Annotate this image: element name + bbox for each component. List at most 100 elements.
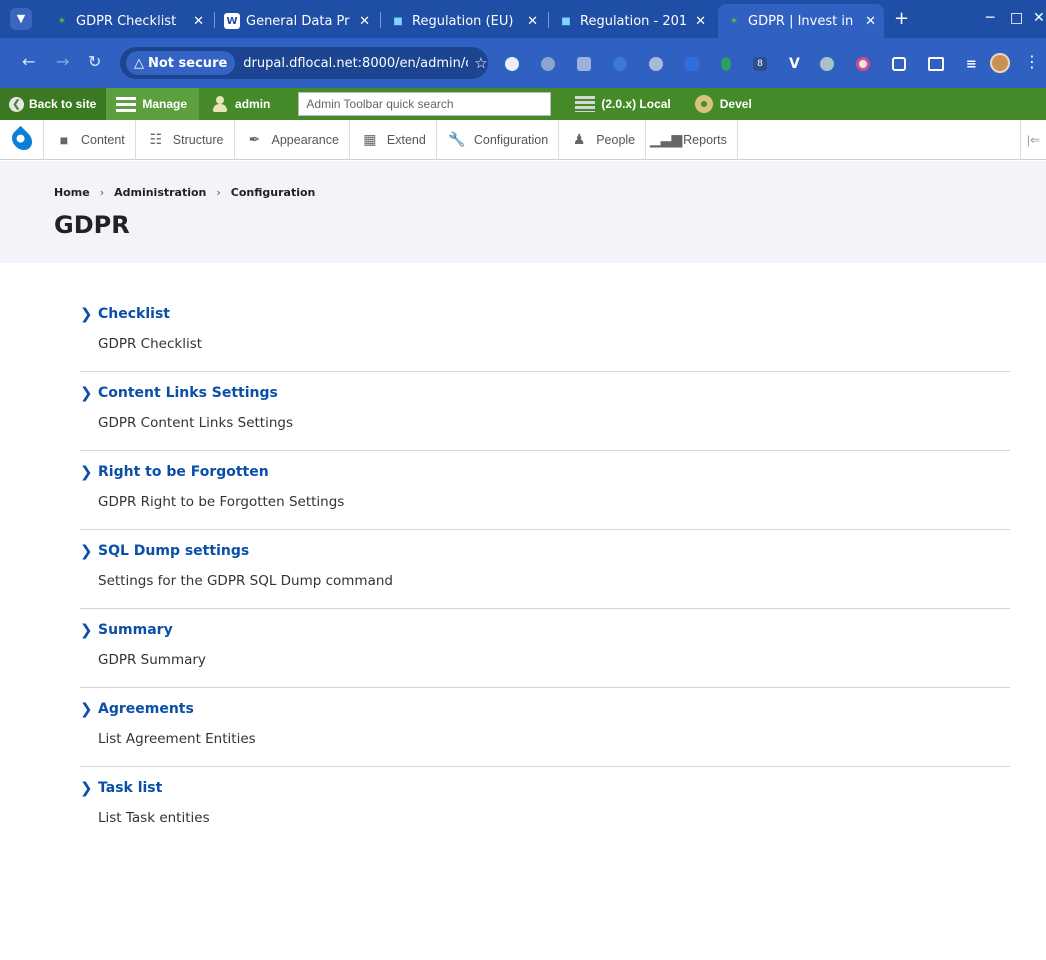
close-icon[interactable]: ✕ (865, 14, 876, 29)
page-icon: ■ (59, 131, 69, 148)
bookmark-star-icon[interactable]: ☆ (474, 54, 487, 72)
maximize-icon[interactable]: □ (1010, 10, 1023, 26)
close-window-icon[interactable]: ✕ (1033, 10, 1045, 26)
breadcrumb-link-configuration[interactable]: Configuration (231, 186, 316, 199)
new-tab-button[interactable]: + (894, 10, 909, 28)
close-icon[interactable]: ✕ (527, 14, 538, 29)
tray-item-people[interactable]: ♟ People (559, 119, 647, 160)
tray-item-configuration[interactable]: 🔧 Configuration (437, 119, 560, 160)
security-indicator[interactable]: △ Not secure (126, 51, 236, 75)
tab-separator (214, 12, 215, 28)
warning-icon: △ (134, 55, 144, 71)
admin-item-description: List Task entities (98, 810, 210, 826)
leaf-extension-icon[interactable] (721, 57, 731, 71)
puzzle-extensions-icon[interactable] (891, 57, 906, 71)
browser-tab[interactable]: ■ Regulation - 201 ✕ (550, 4, 714, 38)
close-icon[interactable]: ✕ (193, 14, 204, 29)
cast-icon[interactable] (927, 57, 944, 71)
user-tab[interactable]: admin (199, 88, 278, 120)
address-bar[interactable]: △ Not secure drupal.dflocal.net:8000/en/… (120, 47, 488, 79)
profile-avatar[interactable] (990, 53, 1010, 73)
tab-title: GDPR | Invest in (748, 13, 854, 29)
wrench-icon: 🔧 (448, 131, 466, 147)
minimize-icon[interactable]: ─ (986, 10, 994, 26)
toolbar-search-input[interactable]: Admin Toolbar quick search (298, 92, 552, 116)
tray-item-label: Appearance (271, 132, 339, 147)
chevron-right-icon: ❯ (80, 305, 93, 323)
chevron-right-icon: ❯ (80, 779, 93, 797)
back-arrow-icon[interactable]: ← (22, 53, 35, 71)
close-icon[interactable]: ✕ (359, 14, 370, 29)
list-item: ❯ Right to be Forgotten GDPR Right to be… (80, 451, 1010, 530)
chat-extension-icon[interactable] (577, 57, 591, 71)
tray-orientation-toggle-icon[interactable]: |⇐ (1020, 120, 1046, 160)
list-item: ❯ Content Links Settings GDPR Content Li… (80, 372, 1010, 451)
manage-tab[interactable]: Manage (106, 88, 200, 120)
tray-item-extend[interactable]: ▦ Extend (350, 119, 437, 160)
browser-toolbar: ← → ↻ △ Not secure drupal.dflocal.net:80… (0, 38, 1046, 88)
drupal-logo-icon[interactable] (0, 119, 44, 160)
tab-search-button[interactable]: ▼ (10, 8, 32, 30)
admin-item-link[interactable]: ❯ Right to be Forgotten (80, 463, 269, 481)
admin-item-link[interactable]: ❯ SQL Dump settings (80, 542, 249, 560)
tray-item-structure[interactable]: ☷ Structure (136, 119, 235, 160)
admin-item-title: Checklist (98, 306, 170, 322)
badge-extension-icon[interactable]: 8 (753, 57, 767, 71)
admin-item-link[interactable]: ❯ Task list (80, 779, 162, 797)
shield-extension-icon[interactable] (505, 57, 519, 71)
url-text[interactable]: drupal.dflocal.net:8000/en/admin/c… (243, 56, 468, 71)
tray-item-content[interactable]: ■ Content (44, 119, 136, 160)
admin-item-link[interactable]: ❯ Content Links Settings (80, 384, 278, 402)
gear-extension-icon[interactable] (541, 57, 555, 71)
forward-arrow-icon[interactable]: → (56, 53, 69, 71)
drupal-icon: ✶ (57, 15, 67, 27)
close-icon[interactable]: ✕ (695, 14, 706, 29)
security-label: Not secure (148, 55, 228, 71)
tab-title: Regulation (EU) (412, 13, 514, 29)
tray-item-label: Content (81, 132, 125, 147)
drupal-icon: ✶ (729, 15, 739, 27)
c-extension-icon[interactable] (613, 57, 627, 71)
list-item: ❯ Checklist GDPR Checklist (80, 293, 1010, 372)
back-circle-icon: ❮ (9, 96, 24, 112)
back-to-site-label: Back to site (29, 97, 97, 111)
admin-item-link[interactable]: ❯ Agreements (80, 700, 194, 718)
breadcrumb-separator: › (99, 186, 105, 199)
admin-item-description: List Agreement Entities (98, 731, 256, 747)
puzzle-icon: ▦ (363, 131, 377, 147)
tray-item-reports[interactable]: ▁▃▆ Reports (646, 119, 738, 160)
admin-item-description: GDPR Right to be Forgotten Settings (98, 494, 345, 510)
reload-icon[interactable]: ↻ (88, 53, 101, 71)
devel-tab[interactable]: Devel (687, 88, 760, 120)
chevron-right-icon: ❯ (80, 384, 93, 402)
more-menu-icon[interactable]: ⋮ (1024, 52, 1040, 71)
breadcrumb-link-home[interactable]: Home (54, 186, 90, 199)
environment-indicator[interactable]: (2.0.x) Local (567, 88, 678, 120)
user-label: admin (235, 97, 271, 111)
list-item: ❯ Task list List Task entities (80, 767, 1010, 846)
browser-tab-active[interactable]: ✶ GDPR | Invest in ✕ (718, 4, 884, 38)
media-queue-icon[interactable]: ≡ (966, 57, 977, 72)
page-header: Home › Administration › Configuration GD… (0, 161, 1046, 263)
v-extension-icon[interactable]: V (789, 56, 800, 72)
bar-chart-icon: ▁▃▆ (649, 131, 683, 147)
admin-item-link[interactable]: ❯ Checklist (80, 305, 170, 323)
bug-extension-icon[interactable] (649, 57, 663, 71)
browser-tab[interactable]: ✶ GDPR Checklist ✕ (46, 4, 212, 38)
triangle-extension-icon[interactable] (685, 57, 699, 71)
tray-item-appearance[interactable]: ✒ Appearance (235, 119, 350, 160)
admin-item-title: Task list (98, 780, 163, 796)
browser-tab[interactable]: W General Data Pr ✕ (216, 4, 378, 38)
paint-extension-icon[interactable] (819, 57, 834, 71)
admin-item-link[interactable]: ❯ Summary (80, 621, 173, 639)
tray-item-label: Structure (172, 132, 224, 147)
browser-tab-strip: ▼ ✶ GDPR Checklist ✕ W General Data Pr ✕… (0, 0, 1046, 38)
breadcrumb-link-administration[interactable]: Administration (114, 186, 206, 199)
admin-item-title: SQL Dump settings (98, 543, 250, 559)
color-extension-icon[interactable] (855, 57, 870, 71)
browser-tab[interactable]: ■ Regulation (EU) ✕ (382, 4, 546, 38)
admin-item-description: GDPR Summary (98, 652, 206, 668)
back-to-site-link[interactable]: ❮ Back to site (0, 88, 107, 120)
wikipedia-icon: W (224, 13, 240, 29)
manage-label: Manage (142, 97, 188, 111)
